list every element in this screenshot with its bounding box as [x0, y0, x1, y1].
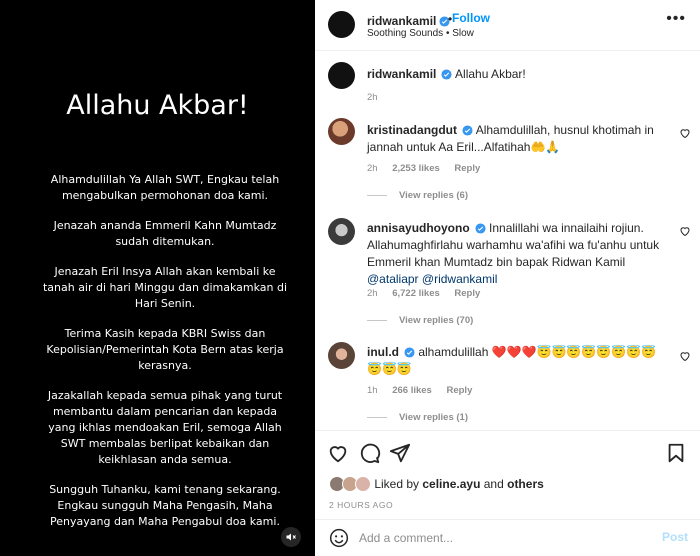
view-replies-label: View replies (1) [399, 412, 468, 423]
comment-text: annisayudhoyono Innalillahi wa innailaih… [367, 220, 672, 288]
comment-likes[interactable]: 2,253 likes [392, 163, 440, 174]
action-bar: Liked by celine.ayu and others 2 HOURS A… [315, 430, 700, 556]
view-replies-button[interactable]: View replies (1) [367, 412, 468, 423]
heart-icon[interactable] [679, 350, 691, 362]
liked-avatars[interactable] [329, 476, 371, 492]
divider [367, 319, 387, 321]
verified-badge-icon [441, 69, 452, 80]
reply-button[interactable]: Reply [454, 163, 480, 174]
view-replies-button[interactable]: View replies (70) [367, 315, 473, 326]
view-replies-label: View replies (70) [399, 315, 474, 326]
comment-time[interactable]: 2h [367, 288, 378, 299]
media-title: Allahu Akbar! [66, 90, 249, 121]
comment-meta: 1h 266 likes Reply [367, 385, 484, 396]
verified-badge-icon [404, 347, 415, 358]
comment-likes[interactable]: 266 likes [392, 385, 432, 396]
audio-track[interactable]: Soothing Sounds • Slow [367, 28, 474, 39]
share-icon[interactable] [389, 442, 411, 464]
media-paragraph: Jenazah Eril Insya Allah akan kembali ke… [42, 265, 288, 310]
comment-time[interactable]: 1h [367, 385, 378, 396]
verified-badge-icon [462, 125, 473, 136]
media-text: Alhamdulillah Ya Allah SWT, Engkau telah… [40, 172, 290, 544]
caption-body: Allahu Akbar! [455, 67, 526, 81]
mention-link[interactable]: @ridwankamil [422, 272, 498, 286]
media-paragraph: Alhamdulillah Ya Allah SWT, Engkau telah… [50, 173, 280, 202]
emoji-icon[interactable] [329, 528, 349, 548]
caption-username[interactable]: ridwankamil [367, 67, 436, 81]
mention-link[interactable]: @ataliapr [367, 272, 419, 286]
comment-icon[interactable] [359, 442, 381, 464]
heart-icon[interactable] [327, 442, 349, 464]
post-button[interactable]: Post [662, 530, 688, 544]
comment-username[interactable]: inul.d [367, 345, 399, 359]
avatar [355, 476, 371, 492]
avatar[interactable] [328, 342, 355, 369]
avatar[interactable] [328, 11, 355, 38]
follow-button[interactable]: Follow [452, 11, 490, 25]
media-paragraph: Jenazah ananda Emmeril Kahn Mumtadz suda… [53, 219, 277, 248]
comment-text: inul.d alhamdulillah ❤️❤️❤️😇😇😇😇😇😇😇😇😇😇😇 [367, 344, 667, 378]
view-replies-button[interactable]: View replies (6) [367, 190, 468, 201]
verified-badge-icon [475, 223, 486, 234]
post-date[interactable]: 2 HOURS AGO [329, 500, 393, 510]
heart-icon[interactable] [679, 127, 691, 139]
heart-icon[interactable] [679, 225, 691, 237]
liked-user-link[interactable]: celine.ayu [422, 477, 480, 491]
comment-likes[interactable]: 6,722 likes [392, 288, 440, 299]
bookmark-icon[interactable] [665, 442, 687, 464]
comment-username[interactable]: kristinadangdut [367, 123, 457, 137]
reply-button[interactable]: Reply [454, 288, 480, 299]
avatar[interactable] [328, 118, 355, 145]
comment-input[interactable] [359, 528, 649, 548]
caption-time[interactable]: 2h [367, 92, 378, 103]
caption-text: ridwankamil Allahu Akbar! [367, 66, 526, 83]
liked-others-link[interactable]: others [507, 477, 544, 491]
comment-meta: 2h 6,722 likes Reply [367, 288, 492, 299]
divider [367, 194, 387, 196]
comment-username[interactable]: annisayudhoyono [367, 221, 470, 235]
post-header: ridwankamil • Follow Soothing Sounds • S… [315, 0, 700, 51]
liked-prefix: Liked by [374, 477, 423, 491]
mute-icon [286, 533, 296, 541]
liked-by: Liked by celine.ayu and others [329, 476, 544, 492]
media-paragraph: Terima Kasih kepada KBRI Swiss dan Kepol… [46, 327, 284, 372]
view-replies-label: View replies (6) [399, 190, 468, 201]
caption-meta: 2h [367, 92, 390, 103]
avatar[interactable] [328, 62, 355, 89]
post-media[interactable]: Allahu Akbar! Alhamdulillah Ya Allah SWT… [0, 0, 315, 556]
mute-button[interactable] [281, 527, 301, 547]
header-username[interactable]: ridwankamil [367, 14, 436, 28]
more-options-icon[interactable]: ••• [666, 10, 686, 28]
avatar[interactable] [328, 218, 355, 245]
media-paragraph: Sungguh Tuhanku, kami tenang sekarang. E… [49, 483, 281, 528]
post-panel: ridwankamil • Follow Soothing Sounds • S… [315, 0, 700, 556]
reply-button[interactable]: Reply [446, 385, 472, 396]
comment-text: kristinadangdut Alhamdulillah, husnul kh… [367, 122, 667, 156]
comment-time[interactable]: 2h [367, 163, 378, 174]
add-comment-bar: Post [315, 519, 700, 556]
liked-mid: and [480, 477, 508, 491]
divider [367, 416, 387, 418]
media-paragraph: Jazakallah kepada semua pihak yang turut… [47, 389, 283, 466]
comment-meta: 2h 2,253 likes Reply [367, 163, 492, 174]
